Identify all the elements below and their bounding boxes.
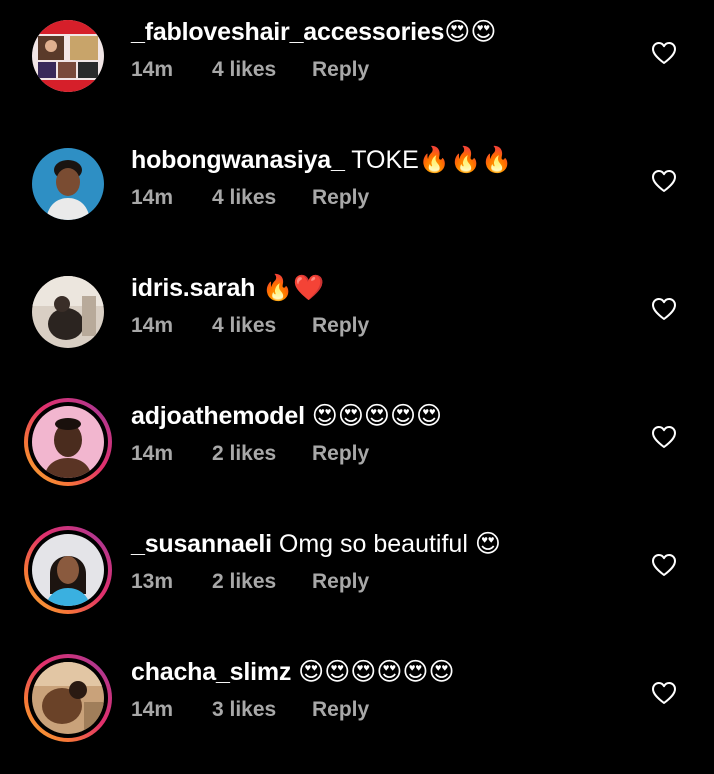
comment-item: hobongwanasiya_ TOKE🔥🔥🔥 14m 4 likes Reply [0, 128, 714, 256]
heart-outline-icon[interactable] [651, 681, 677, 705]
comment-username[interactable]: idris.sarah [131, 274, 255, 302]
comment-likes[interactable]: 2 likes [212, 440, 312, 468]
reply-button[interactable]: Reply [312, 440, 369, 468]
comment-text: TOKE🔥🔥🔥 [344, 146, 513, 174]
comment-meta: 14m 3 likes Reply [131, 696, 369, 724]
comment-meta: 14m 4 likes Reply [131, 184, 369, 212]
comment-line: adjoathemodel 😍😍😍😍😍 [131, 400, 442, 432]
comment-likes[interactable]: 4 likes [212, 56, 312, 84]
comment-text: 😍😍😍😍😍 [304, 402, 443, 430]
avatar-story-ring[interactable] [24, 526, 112, 614]
comment-likes[interactable]: 2 likes [212, 568, 312, 596]
comment-item: _susannaeli Omg so beautiful 😍 13m 2 like… [0, 512, 714, 640]
heart-outline-icon[interactable] [651, 425, 677, 449]
comment-line: chacha_slimz 😍😍😍😍😍😍 [131, 656, 455, 688]
avatar[interactable] [32, 276, 104, 348]
comment-time: 14m [131, 442, 174, 465]
reply-button[interactable]: Reply [312, 184, 369, 212]
avatar-image [32, 148, 104, 220]
reply-button[interactable]: Reply [312, 56, 369, 84]
reply-button[interactable]: Reply [312, 696, 369, 724]
comment-likes[interactable]: 3 likes [212, 696, 312, 724]
avatar-story-ring[interactable] [24, 398, 112, 486]
comment-username[interactable]: _fabloveshair_accessories [131, 18, 444, 46]
reply-button[interactable]: Reply [312, 568, 369, 596]
comment-line: hobongwanasiya_ TOKE🔥🔥🔥 [131, 144, 512, 176]
comment-username[interactable]: hobongwanasiya_ [131, 146, 345, 174]
heart-outline-icon[interactable] [651, 297, 677, 321]
comment-time: 14m [131, 58, 174, 81]
avatar-image [32, 534, 104, 606]
comment-text: 😍😍😍😍😍😍 [291, 658, 455, 686]
avatar[interactable] [32, 20, 104, 92]
comment-text: 🔥❤️ [255, 274, 325, 302]
avatar-image [32, 276, 104, 348]
comment-username[interactable]: _susannaeli [131, 530, 272, 558]
comment-meta: 14m 4 likes Reply [131, 56, 369, 84]
avatar-image [32, 662, 104, 734]
comment-likes[interactable]: 4 likes [212, 312, 312, 340]
comment-username[interactable]: adjoathemodel [131, 402, 305, 430]
heart-outline-icon[interactable] [651, 553, 677, 577]
comment-meta: 13m 2 likes Reply [131, 568, 369, 596]
comment-text: 😍😍 [444, 18, 497, 46]
avatar-story-ring[interactable] [24, 654, 112, 742]
comment-line: idris.sarah 🔥❤️ [131, 272, 324, 304]
avatar[interactable] [32, 148, 104, 220]
avatar-image [32, 20, 104, 92]
reply-button[interactable]: Reply [312, 312, 369, 340]
comment-time: 14m [131, 314, 174, 337]
comment-item: adjoathemodel 😍😍😍😍😍 14m 2 likes Reply [0, 384, 714, 512]
comment-item: _fabloveshair_accessories😍😍 14m 4 likes Re… [0, 0, 714, 128]
comment-likes[interactable]: 4 likes [212, 184, 312, 212]
comment-time: 13m [131, 570, 174, 593]
comment-username[interactable]: chacha_slimz [131, 658, 291, 686]
comment-time: 14m [131, 698, 174, 721]
comment-text: Omg so beautiful 😍 [271, 530, 501, 558]
comment-line: _fabloveshair_accessories😍😍 [131, 16, 496, 48]
comment-time: 14m [131, 186, 174, 209]
comment-meta: 14m 4 likes Reply [131, 312, 369, 340]
comment-item: idris.sarah 🔥❤️ 14m 4 likes Reply [0, 256, 714, 384]
avatar-image [32, 406, 104, 478]
comment-line: _susannaeli Omg so beautiful 😍 [131, 528, 501, 560]
heart-outline-icon[interactable] [651, 169, 677, 193]
comment-meta: 14m 2 likes Reply [131, 440, 369, 468]
heart-outline-icon[interactable] [651, 41, 677, 65]
comment-item: chacha_slimz 😍😍😍😍😍😍 14m 3 likes Reply [0, 640, 714, 768]
